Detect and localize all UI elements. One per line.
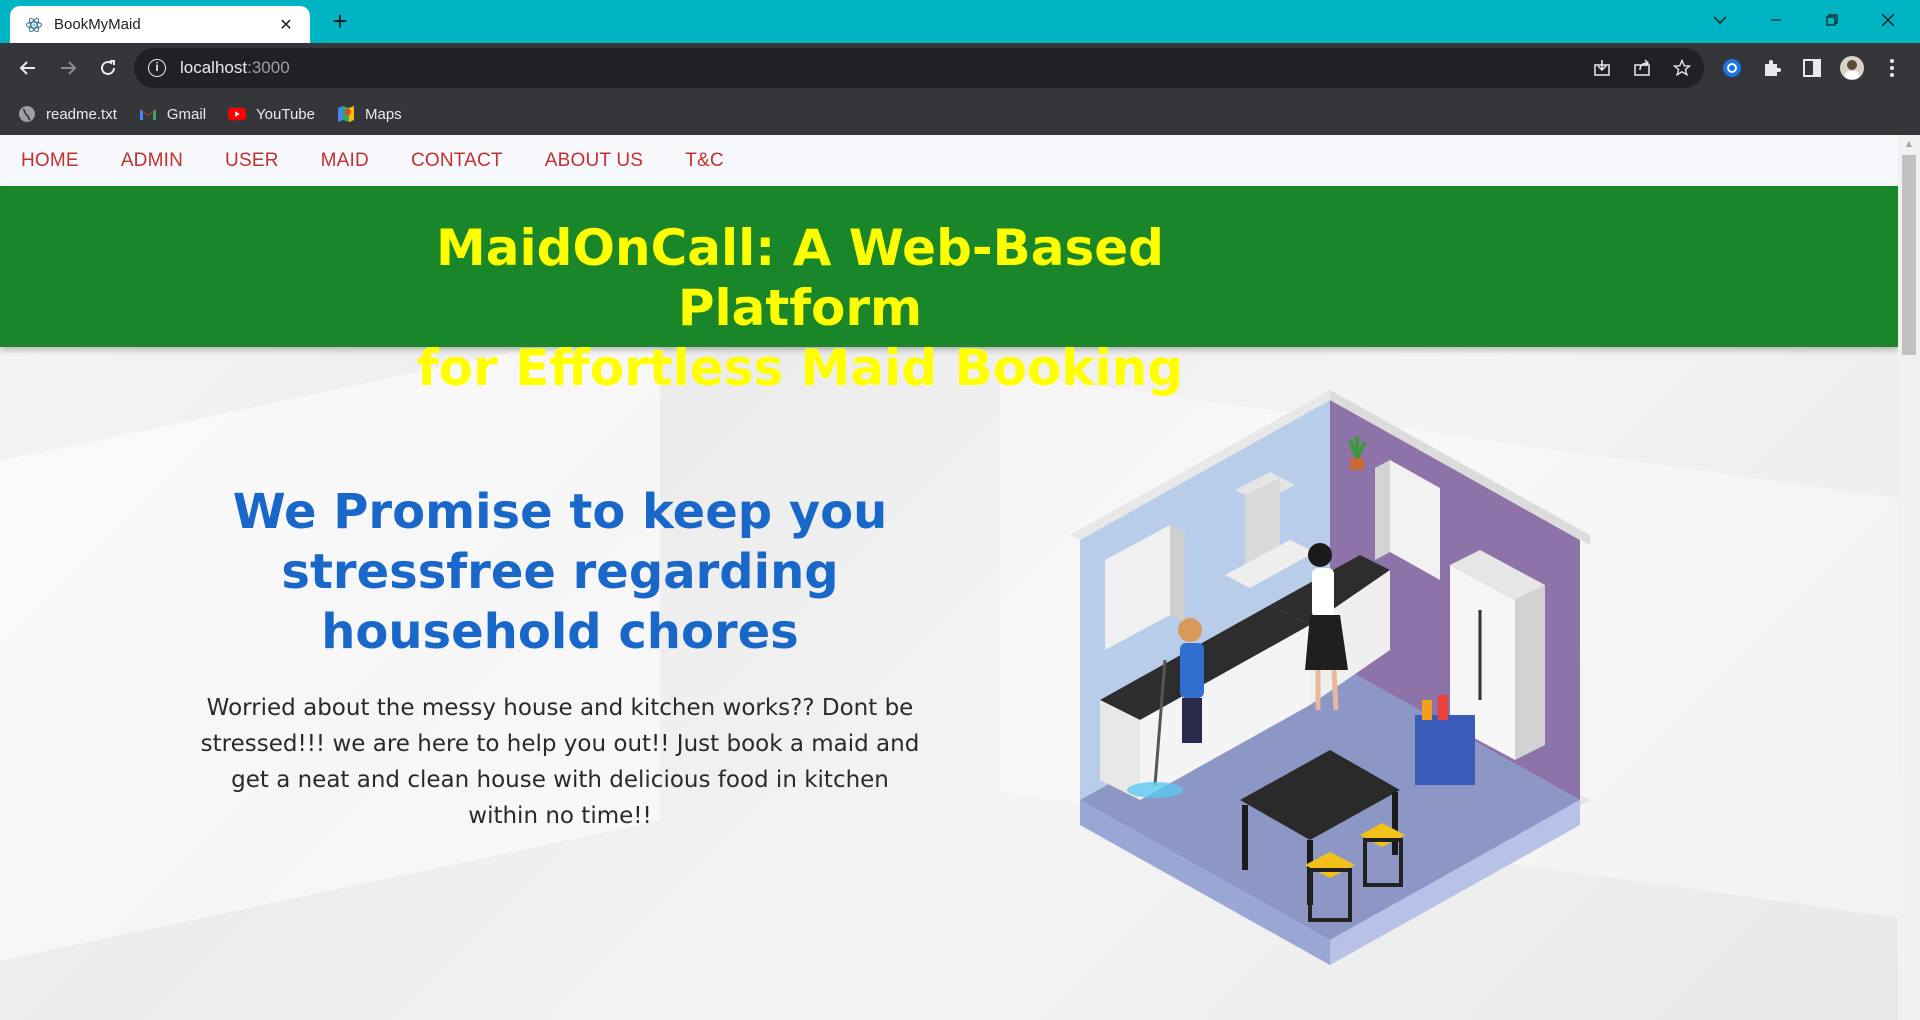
- hero-heading: We Promise to keep you stressfree regard…: [232, 484, 888, 660]
- nav-contact[interactable]: CONTACT: [411, 150, 503, 172]
- browser-tab-bar: BookMyMaid ✕ +: [0, 0, 1920, 43]
- bookmark-star-icon[interactable]: [1670, 56, 1694, 80]
- address-bar[interactable]: i localhost:3000: [134, 48, 1704, 88]
- nav-home[interactable]: HOME: [21, 150, 79, 172]
- nav-about-us[interactable]: ABOUT US: [545, 150, 643, 172]
- back-arrow-icon[interactable]: [12, 52, 44, 84]
- web-page: HOME ADMIN USER MAID CONTACT ABOUT US T&…: [0, 135, 1898, 1020]
- bookmark-label: Gmail: [166, 105, 207, 123]
- react-icon: [24, 15, 44, 35]
- page-scrollbar[interactable]: ▲: [1898, 135, 1920, 1020]
- extensions-puzzle-icon[interactable]: [1758, 54, 1786, 82]
- nav-user[interactable]: USER: [225, 150, 279, 172]
- title-banner: MaidOnCall: A Web-Based Platform for Eff…: [0, 186, 1898, 397]
- hero-description: Worried about the messy house and kitche…: [200, 695, 920, 829]
- url-port: :3000: [247, 58, 290, 77]
- browser-menu-icon[interactable]: [1878, 54, 1906, 82]
- url-host: localhost: [180, 58, 248, 77]
- bookmark-readme[interactable]: readme.txt: [18, 105, 117, 123]
- bookmark-gmail[interactable]: Gmail: [139, 105, 206, 123]
- new-tab-button[interactable]: +: [326, 8, 354, 36]
- browser-tab[interactable]: BookMyMaid ✕: [10, 6, 310, 43]
- bookmark-label: readme.txt: [46, 105, 117, 123]
- install-app-icon[interactable]: [1590, 56, 1614, 80]
- browser-toolbar: i localhost:3000: [0, 43, 1920, 93]
- nav-terms[interactable]: T&C: [685, 150, 724, 172]
- close-window-icon[interactable]: [1860, 0, 1916, 40]
- globe-icon: [18, 105, 36, 123]
- site-navbar: HOME ADMIN USER MAID CONTACT ABOUT US T&…: [0, 135, 1898, 186]
- maps-icon: [337, 105, 355, 123]
- tab-search-icon[interactable]: [1692, 0, 1748, 40]
- profile-avatar[interactable]: [1838, 54, 1866, 82]
- bookmark-label: YouTube: [256, 105, 315, 123]
- extension-circle-icon[interactable]: [1718, 54, 1746, 82]
- bookmark-label: Maps: [365, 105, 402, 123]
- banner-title: MaidOnCall: A Web-Based Platform for Eff…: [340, 218, 1260, 398]
- restore-icon[interactable]: [1804, 0, 1860, 40]
- nav-admin[interactable]: ADMIN: [121, 150, 183, 172]
- tab-title: BookMyMaid: [54, 16, 141, 33]
- minimize-icon[interactable]: [1748, 0, 1804, 40]
- nav-maid[interactable]: MAID: [321, 150, 369, 172]
- scroll-up-arrow-icon[interactable]: ▲: [1904, 139, 1914, 150]
- side-panel-icon[interactable]: [1798, 54, 1826, 82]
- site-info-icon[interactable]: i: [148, 59, 166, 77]
- bookmark-maps[interactable]: Maps: [337, 105, 402, 123]
- bookmarks-bar: readme.txt Gmail YouTube Maps: [0, 93, 1920, 135]
- share-icon[interactable]: [1630, 56, 1654, 80]
- close-tab-icon[interactable]: ✕: [276, 15, 296, 35]
- gmail-icon: [139, 105, 157, 123]
- forward-arrow-icon[interactable]: [52, 52, 84, 84]
- bookmark-youtube[interactable]: YouTube: [228, 105, 315, 123]
- scrollbar-thumb[interactable]: [1902, 155, 1916, 355]
- reload-icon[interactable]: [92, 52, 124, 84]
- kitchen-illustration: [1070, 390, 1590, 965]
- banner-title-line1: MaidOnCall: A Web-Based Platform: [436, 219, 1164, 337]
- youtube-icon: [228, 105, 247, 123]
